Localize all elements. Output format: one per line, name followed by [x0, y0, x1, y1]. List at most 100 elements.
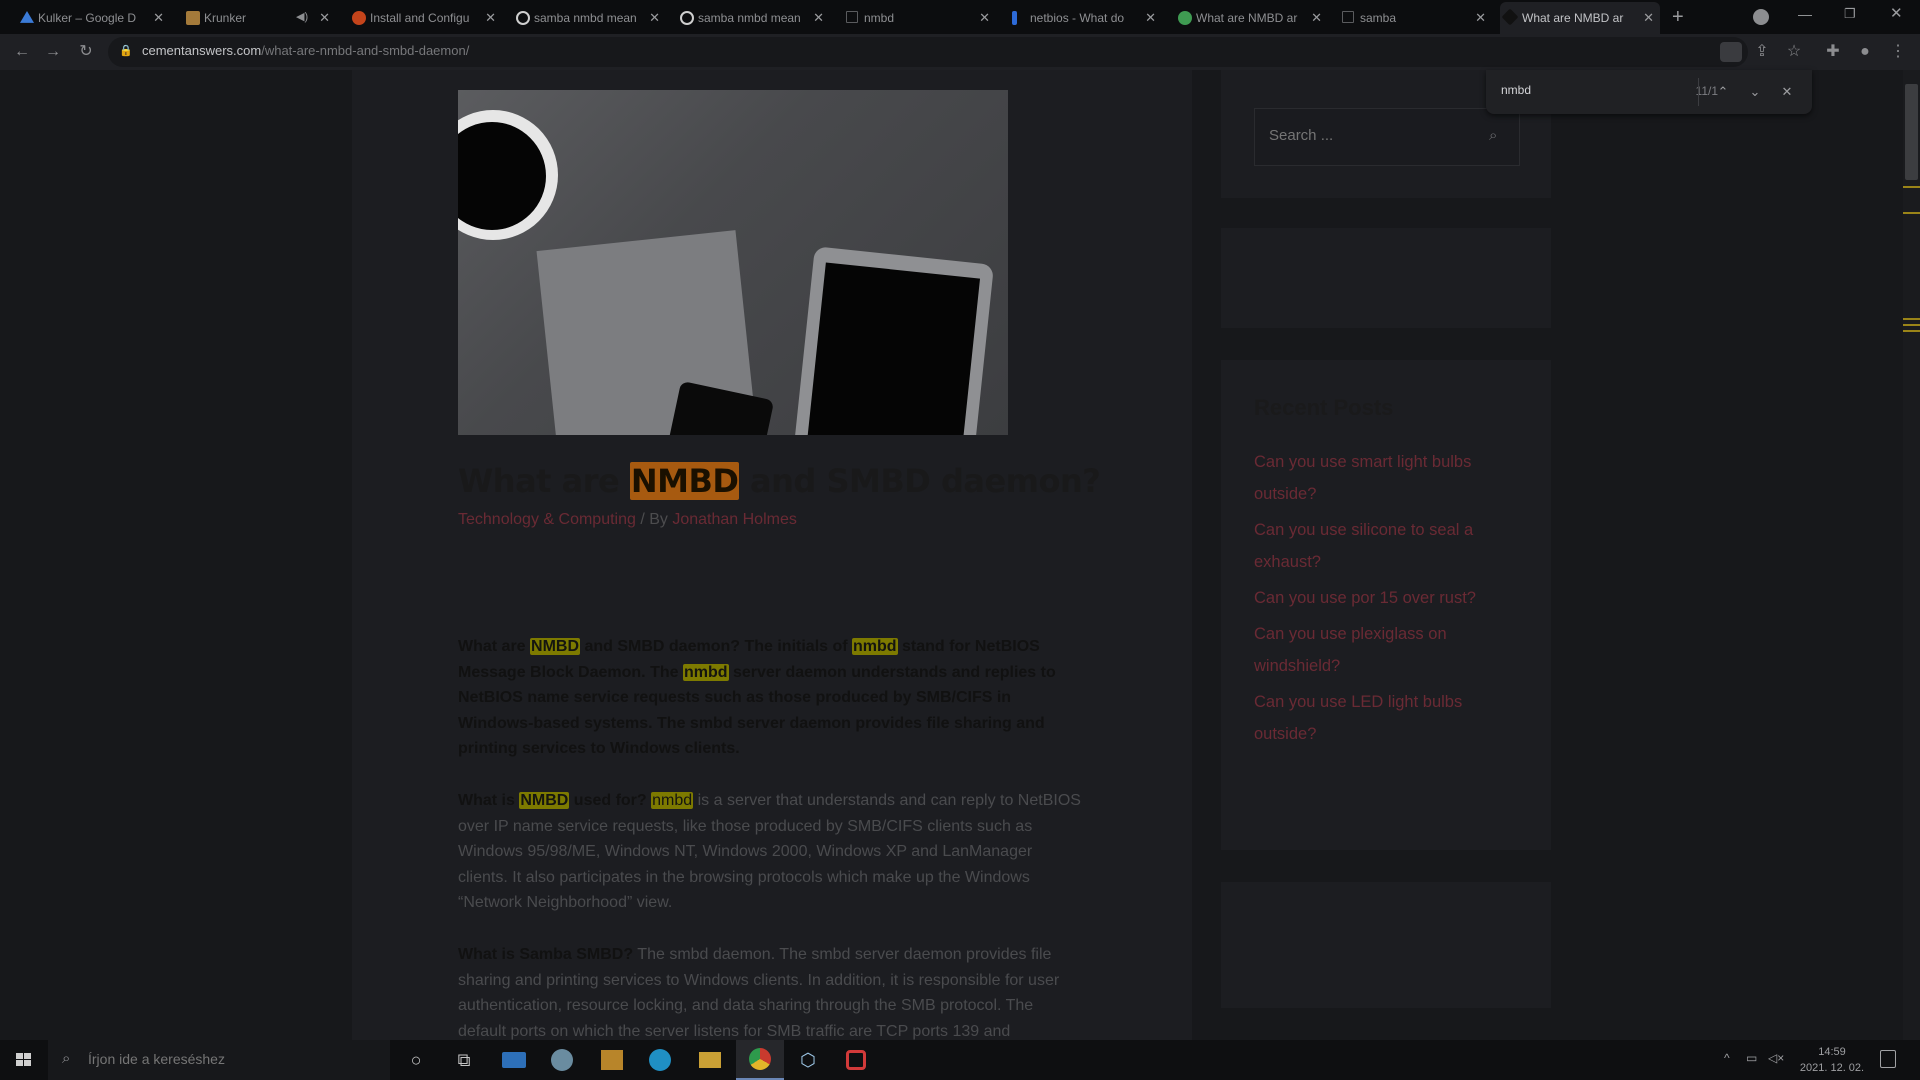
category-link[interactable]: Technology & Computing [458, 511, 636, 528]
speaker-icon[interactable]: ◀) [296, 10, 308, 23]
find-scroll-marker [1903, 324, 1920, 326]
paragraph-2: What is NMBD used for? nmbd is a server … [458, 792, 1081, 912]
recent-posts-heading: Recent Posts [1254, 395, 1394, 420]
google-drive-icon [20, 11, 34, 23]
cortana-icon[interactable]: ○ [392, 1040, 440, 1080]
title-text: and SMBD daemon? [739, 462, 1101, 500]
find-previous-icon[interactable]: ⌃ [1712, 81, 1734, 103]
close-icon[interactable]: ✕ [979, 10, 990, 26]
network-icon[interactable]: ▭ [1746, 1051, 1757, 1065]
recent-post-link[interactable]: Can you use LED light bulbs outside? [1254, 686, 1494, 750]
tab-2[interactable]: Install and Configu ✕ [348, 2, 502, 34]
close-icon[interactable]: ✕ [649, 10, 660, 26]
tab-1[interactable]: Krunker ◀) ✕ [182, 2, 336, 34]
back-icon[interactable]: ← [12, 42, 32, 62]
url-text: cementanswers.com/what-are-nmbd-and-smbd… [142, 43, 469, 58]
title-text: What are [458, 462, 630, 500]
url-path: /what-are-nmbd-and-smbd-daemon/ [261, 43, 470, 58]
recent-post-link[interactable]: Can you use smart light bulbs outside? [1254, 446, 1494, 510]
edge-icon[interactable] [636, 1040, 684, 1080]
tab-6[interactable]: netbios - What do ✕ [1008, 2, 1162, 34]
file-explorer-icon[interactable] [686, 1040, 734, 1080]
tab-label: netbios - What do [1030, 11, 1125, 25]
paragraph-1: What are NMBD and SMBD daemon? The initi… [458, 638, 1056, 758]
chrome-icon[interactable] [736, 1040, 784, 1080]
minimize-icon[interactable]: — [1798, 6, 1812, 22]
close-icon[interactable]: ✕ [813, 10, 824, 26]
find-next-icon[interactable]: ⌄ [1744, 81, 1766, 103]
find-highlight: NMBD [530, 638, 581, 655]
tab-active[interactable]: What are NMBD ar ✕ [1500, 2, 1660, 34]
start-button[interactable] [0, 1040, 46, 1080]
author-link[interactable]: Jonathan Holmes [672, 511, 797, 528]
taskbar-search-input[interactable] [88, 1051, 378, 1067]
find-highlight: nmbd [852, 638, 898, 655]
clock[interactable]: 14:59 2021. 12. 02. [1792, 1044, 1872, 1076]
star-icon[interactable]: ☆ [1784, 42, 1804, 62]
windows-icon [16, 1053, 23, 1059]
close-icon[interactable]: ✕ [485, 10, 496, 26]
scrollbar-thumb[interactable] [1905, 84, 1918, 180]
tab-4[interactable]: samba nmbd mean ✕ [676, 2, 830, 34]
tab-8[interactable]: samba ✕ [1338, 2, 1492, 34]
sidebar-widget [1221, 882, 1551, 1008]
menu-icon[interactable]: ⋮ [1888, 42, 1908, 62]
steam-icon[interactable] [538, 1040, 586, 1080]
install-app-icon[interactable] [1720, 42, 1742, 62]
recent-post-link[interactable]: Can you use silicone to seal a exhaust? [1254, 514, 1494, 578]
windows-icon [16, 1060, 23, 1066]
store-icon[interactable] [588, 1040, 636, 1080]
close-icon[interactable]: ✕ [1643, 10, 1654, 26]
taskbar-search[interactable]: ⌕ [48, 1040, 390, 1080]
mail-icon[interactable] [490, 1040, 538, 1080]
phone-image [666, 380, 775, 435]
close-window-icon[interactable]: ✕ [1890, 4, 1903, 22]
tab-0[interactable]: Kulker – Google D ✕ [16, 2, 170, 34]
close-icon[interactable]: ✕ [1311, 10, 1322, 26]
reload-icon[interactable]: ↻ [76, 42, 96, 62]
tab-3[interactable]: samba nmbd mean ✕ [512, 2, 666, 34]
volume-muted-icon[interactable]: ◁× [1768, 1051, 1784, 1065]
tab-5[interactable]: nmbd ✕ [842, 2, 996, 34]
clock-time: 14:59 [1818, 1046, 1846, 1058]
tab-search-icon[interactable] [1753, 9, 1769, 25]
find-match-count: 11/1 [1695, 84, 1718, 98]
close-icon[interactable]: ✕ [319, 10, 330, 26]
scrollbar[interactable] [1903, 70, 1920, 1040]
close-icon[interactable]: ✕ [153, 10, 164, 26]
windows-icon [24, 1053, 31, 1059]
share-icon[interactable]: ⇪ [1752, 42, 1772, 62]
extensions-icon[interactable]: ✚ [1823, 42, 1843, 62]
tab-label: samba nmbd mean [534, 11, 637, 25]
search-icon[interactable]: ⌕ [1489, 127, 1497, 144]
task-view-icon[interactable]: ⧉ [440, 1040, 488, 1080]
profile-icon[interactable]: ● [1855, 42, 1875, 62]
find-close-icon[interactable]: ✕ [1776, 81, 1798, 103]
tab-label: What are NMBD ar [1196, 11, 1298, 25]
find-input[interactable] [1501, 83, 1641, 97]
notifications-icon[interactable] [1880, 1050, 1896, 1068]
google-icon [516, 11, 530, 25]
virtualbox-icon[interactable]: ⬡ [784, 1040, 832, 1080]
tab-7[interactable]: What are NMBD ar ✕ [1174, 2, 1328, 34]
search-form: ⌕ [1254, 108, 1520, 166]
close-icon[interactable]: ✕ [1145, 10, 1156, 26]
restore-icon[interactable]: ❐ [1844, 6, 1856, 22]
tab-label: samba [1360, 11, 1397, 25]
site-icon [1501, 8, 1519, 26]
recent-post-link[interactable]: Can you use plexiglass on windshield? [1254, 618, 1494, 682]
app-icon[interactable] [832, 1040, 880, 1080]
forward-icon[interactable]: → [43, 42, 63, 62]
find-scroll-marker [1903, 330, 1920, 332]
search-input[interactable] [1269, 127, 1469, 144]
featured-image [458, 90, 1008, 435]
find-highlight: nmbd [651, 792, 694, 809]
show-hidden-icons[interactable]: ^ [1724, 1051, 1730, 1065]
page-title: What are NMBD and SMBD daemon? [458, 462, 1101, 500]
paragraph-3: What is Samba SMBD? The smbd daemon. The… [458, 946, 1060, 1040]
close-icon[interactable]: ✕ [1475, 10, 1486, 26]
recent-post-link[interactable]: Can you use por 15 over rust? [1254, 582, 1494, 614]
tab-label: What are NMBD ar [1522, 11, 1624, 25]
new-tab-button[interactable]: + [1672, 6, 1684, 29]
doc-icon [1342, 11, 1354, 23]
